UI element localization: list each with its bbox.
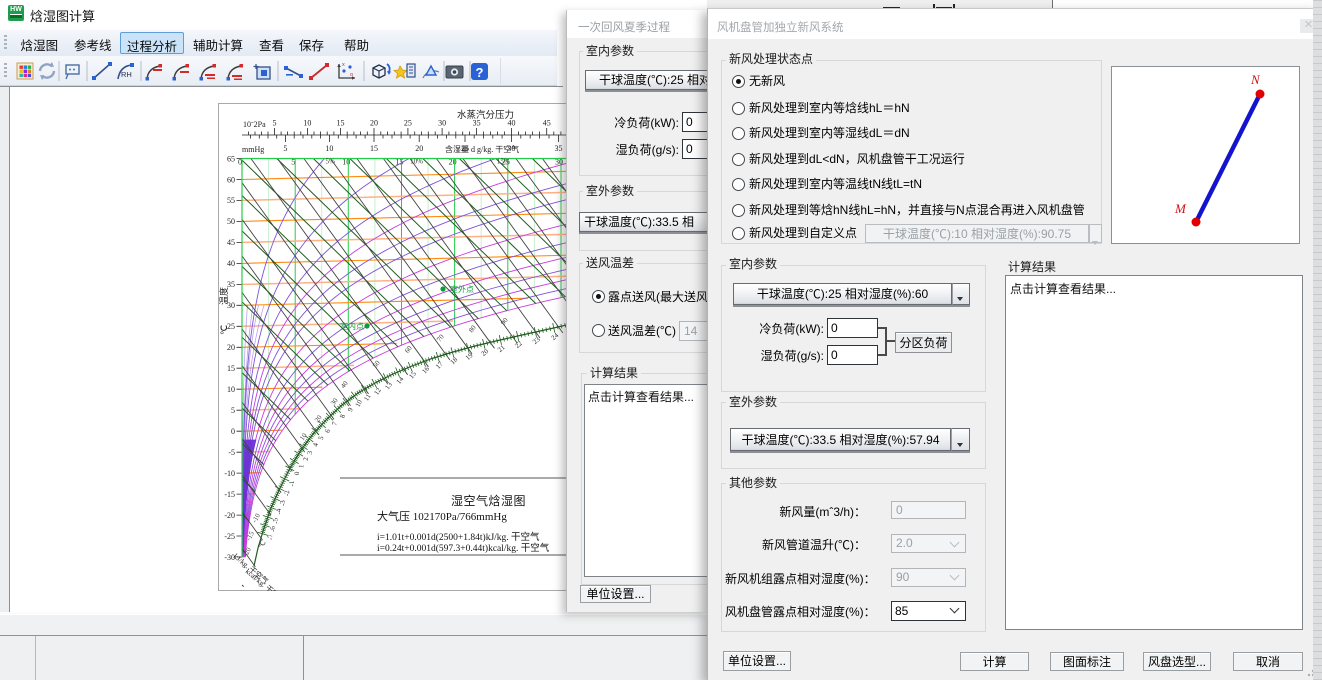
svg-text:0: 0 bbox=[293, 471, 301, 475]
svg-text:-3: -3 bbox=[279, 499, 287, 506]
svg-text:15: 15 bbox=[370, 144, 378, 153]
svg-text:室内点: 室内点 bbox=[340, 321, 364, 331]
svg-text:45: 45 bbox=[543, 119, 551, 128]
svg-text:10ˉ2Pa: 10ˉ2Pa bbox=[243, 120, 266, 129]
svg-text:mmHg: mmHg bbox=[242, 145, 264, 154]
svg-text:室外点: 室外点 bbox=[450, 284, 474, 294]
svg-text:60: 60 bbox=[227, 175, 235, 184]
svg-text:N: N bbox=[1250, 72, 1261, 87]
svg-text:℃: ℃ bbox=[219, 325, 229, 335]
svg-text:含湿量 d g/kg. 干空气: 含湿量 d g/kg. 干空气 bbox=[445, 144, 519, 154]
svg-text:15%: 15% bbox=[497, 158, 510, 166]
svg-text:o: o bbox=[350, 72, 353, 78]
svg-text:5: 5 bbox=[283, 144, 287, 153]
svg-text:30: 30 bbox=[438, 119, 446, 128]
svg-text:i=1.01t+0.001d(2500+1.84t)kJ/k: i=1.01t+0.001d(2500+1.84t)kJ/kg. 干空气 bbox=[377, 531, 540, 543]
svg-text:5: 5 bbox=[231, 406, 235, 415]
svg-text:-5: -5 bbox=[228, 448, 235, 457]
svg-text:-25: -25 bbox=[224, 532, 235, 541]
svg-text:10: 10 bbox=[227, 385, 235, 394]
svg-text:35: 35 bbox=[555, 144, 563, 153]
svg-text:50: 50 bbox=[227, 217, 235, 226]
svg-text:-10: -10 bbox=[224, 469, 235, 478]
svg-text:M: M bbox=[1174, 201, 1187, 216]
svg-text:-15: -15 bbox=[224, 490, 235, 499]
svg-text:20: 20 bbox=[415, 144, 423, 153]
svg-text:5: 5 bbox=[273, 119, 277, 128]
svg-text:0: 0 bbox=[231, 427, 235, 436]
svg-text:65: 65 bbox=[227, 154, 235, 163]
svg-text:20: 20 bbox=[370, 119, 378, 128]
svg-text:45: 45 bbox=[227, 238, 235, 247]
svg-text:?: ? bbox=[476, 65, 484, 80]
svg-text:15: 15 bbox=[227, 364, 235, 373]
svg-text:湿空气焓湿图: 湿空气焓湿图 bbox=[451, 493, 526, 508]
svg-text:20: 20 bbox=[227, 343, 235, 352]
svg-text:25: 25 bbox=[404, 119, 412, 128]
svg-text:-1: -1 bbox=[288, 480, 296, 486]
svg-text:40: 40 bbox=[227, 259, 235, 268]
svg-text:-20: -20 bbox=[224, 511, 235, 520]
svg-text:大气压 102170Pa/766mmHg: 大气压 102170Pa/766mmHg bbox=[377, 509, 507, 523]
svg-text:5%: 5% bbox=[326, 158, 336, 166]
svg-text:15: 15 bbox=[337, 119, 345, 128]
svg-text:i=0.24t+0.001d(597.3+0.44t)kca: i=0.24t+0.001d(597.3+0.44t)kcal/kg. 干空气 bbox=[377, 542, 550, 554]
svg-text:10: 10 bbox=[325, 144, 333, 153]
svg-text:55: 55 bbox=[227, 196, 235, 205]
svg-text:水蒸汽分压力: 水蒸汽分压力 bbox=[457, 109, 514, 121]
svg-text:-2: -2 bbox=[283, 490, 291, 497]
svg-text:RH: RH bbox=[121, 70, 132, 79]
svg-text:10: 10 bbox=[303, 119, 311, 128]
svg-text:温度: 温度 bbox=[218, 287, 229, 305]
svg-text:x: x bbox=[342, 62, 345, 68]
svg-text:10%: 10% bbox=[410, 158, 423, 166]
